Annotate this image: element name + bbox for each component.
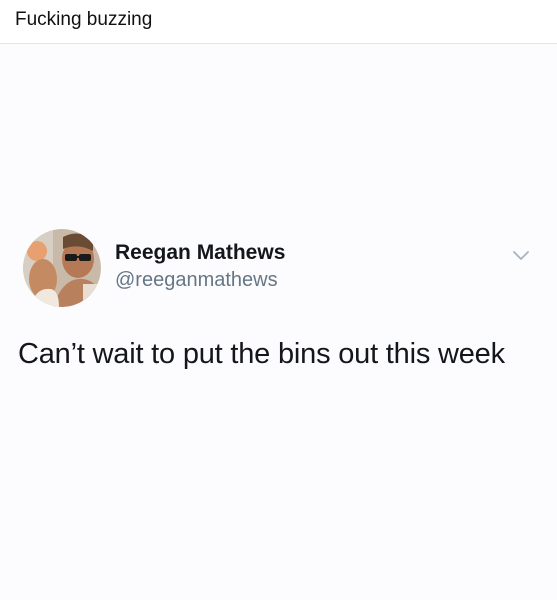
caption-text: Fucking buzzing [15,9,153,30]
avatar-photo [23,229,101,307]
caption-bar: Fucking buzzing [0,0,557,44]
tweet-card: Reegan Mathews @reeganmathews Can’t wait… [0,44,557,600]
chevron-down-icon[interactable] [510,244,532,266]
tweet-text: Can’t wait to put the bins out this week [18,338,505,370]
author-handle[interactable]: @reeganmathews [115,266,285,294]
author-display-name[interactable]: Reegan Mathews [115,240,285,266]
avatar[interactable] [23,229,101,307]
tweet-author: Reegan Mathews @reeganmathews [115,240,285,294]
